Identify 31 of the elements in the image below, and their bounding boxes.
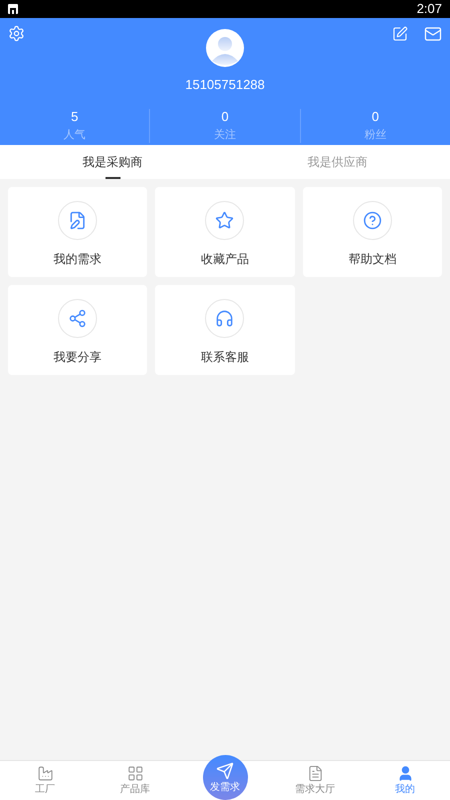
menu-card[interactable]: 我要分享 <box>8 285 148 375</box>
edit-icon[interactable] <box>392 26 408 42</box>
share-icon <box>68 309 88 328</box>
clock: 2:07 <box>416 0 442 18</box>
star-icon <box>215 211 234 230</box>
document-pen-icon <box>68 211 88 230</box>
stat-value: 0 <box>372 108 379 124</box>
avatar[interactable] <box>206 29 244 67</box>
menu-card[interactable]: 收藏产品 <box>155 187 295 277</box>
stat-value: 5 <box>71 108 78 124</box>
stat-label: 人气 <box>64 128 86 142</box>
person-icon <box>396 765 414 782</box>
menu-card[interactable]: 我的需求 <box>8 187 148 277</box>
phone-number: 15105751288 <box>185 76 265 94</box>
paper-plane-icon <box>216 762 234 780</box>
mail-icon[interactable] <box>424 25 442 43</box>
factory-icon <box>36 765 54 782</box>
menu-card[interactable]: 联系客服 <box>155 285 295 375</box>
nav-tab[interactable]: 工厂 <box>0 761 90 800</box>
settings-icon[interactable] <box>8 25 25 42</box>
question-icon <box>362 211 382 230</box>
role-tab[interactable]: 我是采购商 <box>0 145 225 179</box>
document-icon <box>306 765 324 782</box>
headset-icon <box>215 309 234 328</box>
stat-label: 粉丝 <box>364 128 386 142</box>
nav-tab[interactable]: 产品库 <box>90 761 180 800</box>
stat-value: 0 <box>221 108 229 124</box>
grid-icon <box>126 765 144 782</box>
stat-label: 关注 <box>214 128 236 142</box>
menu-card[interactable]: 帮助文档 <box>302 187 442 277</box>
nav-tab[interactable]: 需求大厅 <box>270 761 360 800</box>
